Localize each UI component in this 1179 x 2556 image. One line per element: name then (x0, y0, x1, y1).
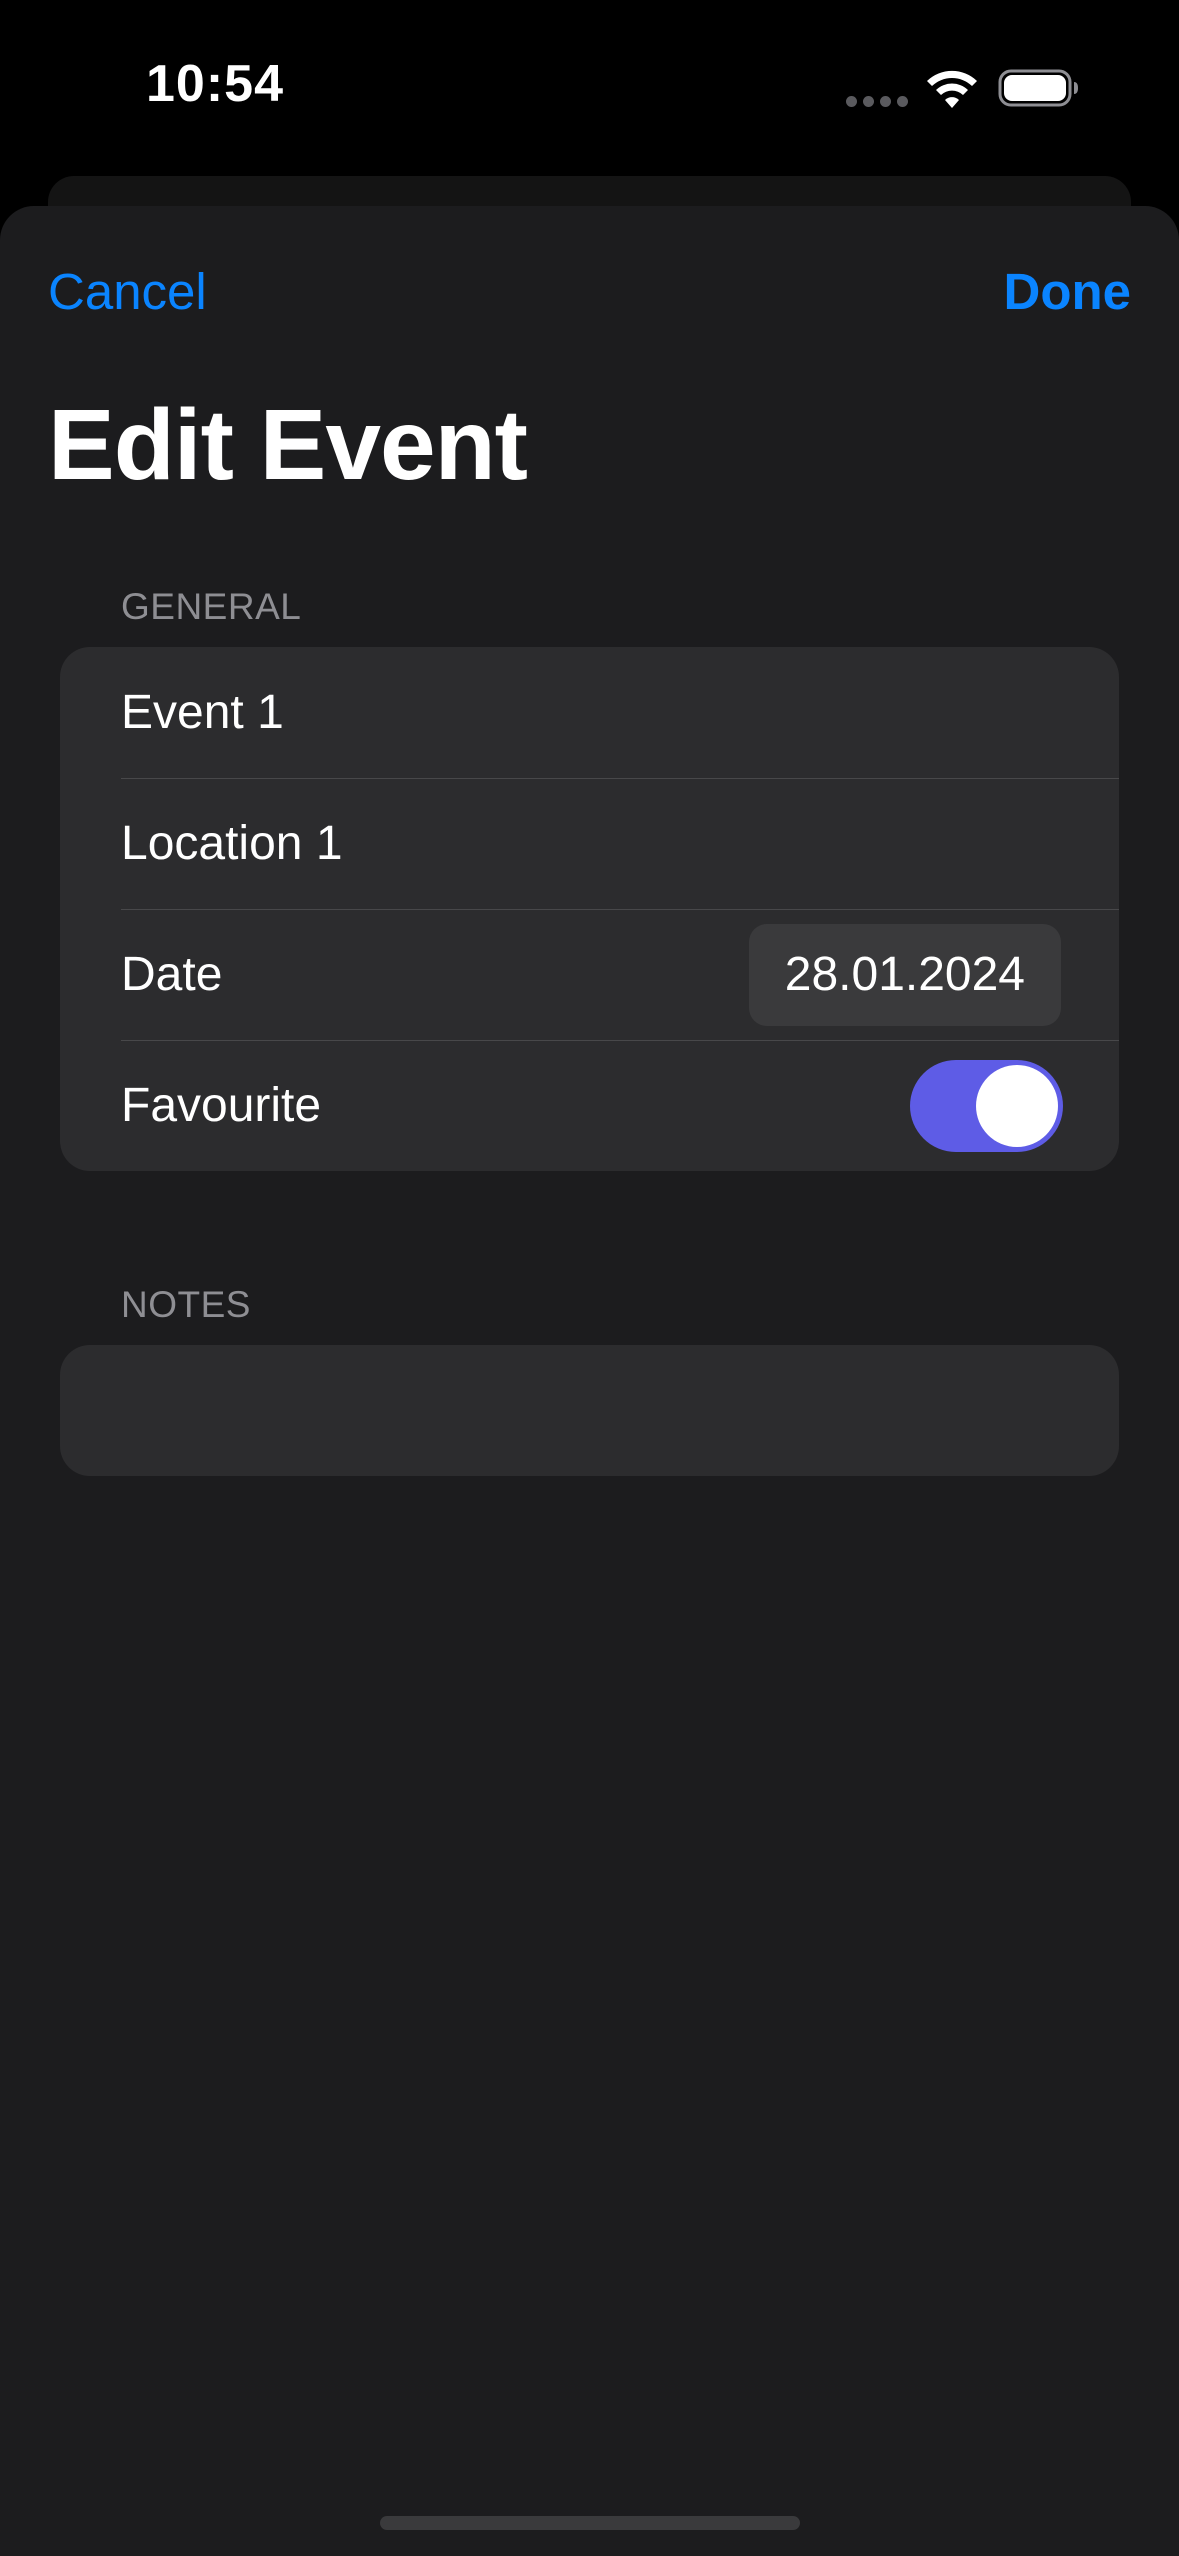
toggle-knob (976, 1064, 1058, 1147)
notes-row[interactable] (60, 1345, 1119, 1476)
date-picker-button[interactable]: 28.01.2024 (748, 923, 1061, 1026)
general-group: Event 1 Location 1 Date 28.01.2024 Favou… (60, 647, 1119, 1171)
notes-field[interactable] (60, 1345, 1119, 1476)
event-name-field[interactable]: Event 1 (60, 647, 1119, 778)
status-bar: 10:54 (0, 0, 1179, 176)
notes-section-header: NOTES (121, 1284, 251, 1325)
cancel-button[interactable]: Cancel (48, 262, 207, 321)
cellular-signal-icon (846, 96, 908, 107)
general-section-header: GENERAL (121, 586, 302, 627)
page-title: Edit Event (48, 389, 528, 501)
status-time: 10:54 (146, 55, 284, 113)
done-button[interactable]: Done (1004, 262, 1132, 321)
wifi-icon (927, 70, 977, 108)
date-row: Date 28.01.2024 (60, 909, 1119, 1040)
favourite-row: Favourite (60, 1040, 1119, 1171)
battery-icon (998, 69, 1078, 107)
date-label: Date (121, 948, 223, 1001)
event-name-value[interactable]: Event 1 (121, 685, 1063, 740)
location-field[interactable]: Location 1 (60, 778, 1119, 909)
home-indicator[interactable] (380, 2516, 800, 2530)
location-value[interactable]: Location 1 (121, 816, 1063, 871)
favourite-label: Favourite (121, 1079, 322, 1132)
favourite-toggle[interactable] (910, 1059, 1063, 1152)
